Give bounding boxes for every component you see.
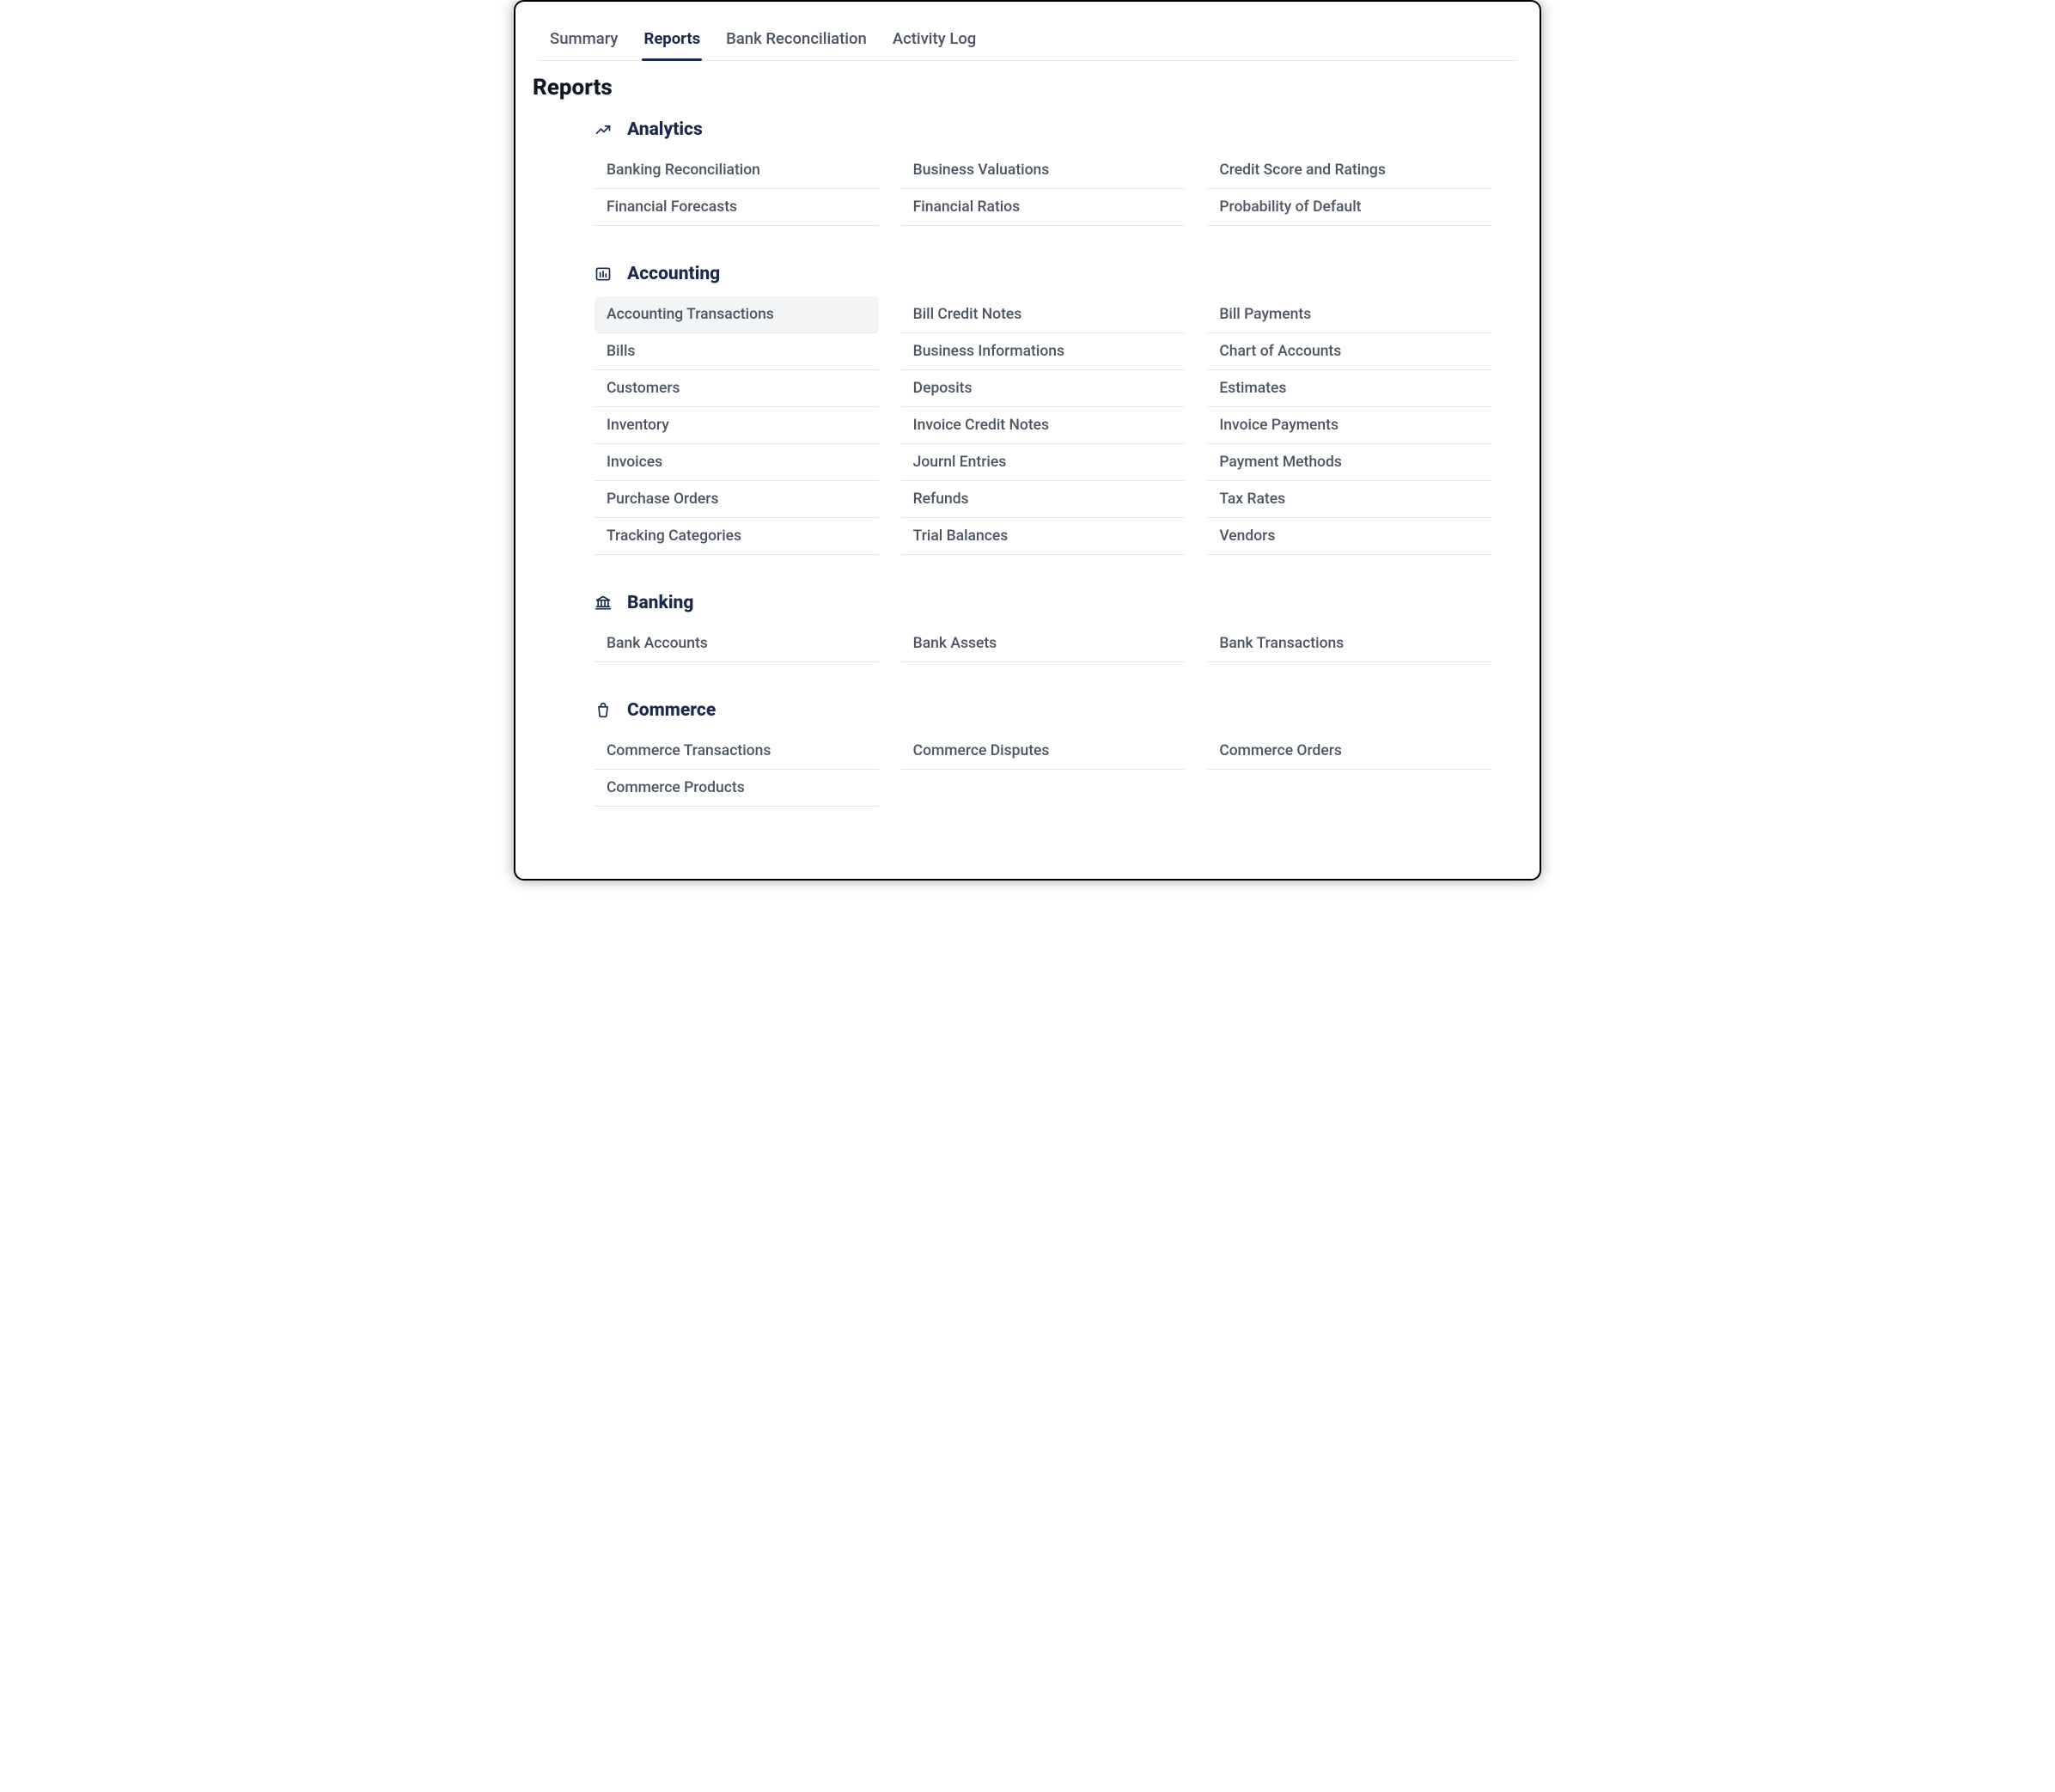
report-item-banking-reconciliation[interactable]: Banking Reconciliation [595, 152, 879, 189]
report-item-payment-methods[interactable]: Payment Methods [1207, 444, 1491, 481]
report-item-financial-forecasts[interactable]: Financial Forecasts [595, 189, 879, 226]
report-item-commerce-transactions[interactable]: Commerce Transactions [595, 733, 879, 770]
section-title-commerce: Commerce [627, 700, 716, 721]
report-item-commerce-orders[interactable]: Commerce Orders [1207, 733, 1491, 770]
sections: Analytics Banking Reconciliation Business… [540, 119, 1515, 807]
report-item-commerce-disputes[interactable]: Commerce Disputes [901, 733, 1186, 770]
report-grid-analytics: Banking Reconciliation Business Valuation… [595, 152, 1491, 226]
report-item-business-valuations[interactable]: Business Valuations [901, 152, 1186, 189]
report-item-trial-balances[interactable]: Trial Balances [901, 518, 1186, 555]
section-title-analytics: Analytics [627, 119, 703, 140]
section-title-accounting: Accounting [627, 264, 720, 284]
page-frame: Summary Reports Bank Reconciliation Acti… [514, 0, 1541, 881]
report-item-bill-credit-notes[interactable]: Bill Credit Notes [901, 296, 1186, 333]
report-item-financial-ratios[interactable]: Financial Ratios [901, 189, 1186, 226]
tab-bar: Summary Reports Bank Reconciliation Acti… [540, 17, 1515, 61]
section-banking: Banking Bank Accounts Bank Assets Bank Tra… [595, 593, 1491, 662]
tab-activity-log[interactable]: Activity Log [891, 24, 979, 60]
section-header-banking: Banking [595, 593, 1491, 613]
report-item-tracking-categories[interactable]: Tracking Categories [595, 518, 879, 555]
section-analytics: Analytics Banking Reconciliation Business… [595, 119, 1491, 226]
section-header-analytics: Analytics [595, 119, 1491, 140]
report-item-bank-transactions[interactable]: Bank Transactions [1207, 625, 1491, 662]
tab-summary[interactable]: Summary [548, 24, 619, 60]
analytics-icon [595, 121, 612, 138]
section-accounting: Accounting Accounting Transactions Bill C… [595, 264, 1491, 555]
banking-icon [595, 594, 612, 612]
report-item-commerce-products[interactable]: Commerce Products [595, 770, 879, 807]
report-item-vendors[interactable]: Vendors [1207, 518, 1491, 555]
section-header-accounting: Accounting [595, 264, 1491, 284]
report-item-business-informations[interactable]: Business Informations [901, 333, 1186, 370]
report-item-estimates[interactable]: Estimates [1207, 370, 1491, 407]
report-item-tax-rates[interactable]: Tax Rates [1207, 481, 1491, 518]
report-item-customers[interactable]: Customers [595, 370, 879, 407]
section-header-commerce: Commerce [595, 700, 1491, 721]
report-item-purchase-orders[interactable]: Purchase Orders [595, 481, 879, 518]
accounting-icon [595, 265, 612, 283]
tab-bank-reconciliation[interactable]: Bank Reconciliation [724, 24, 869, 60]
report-item-invoices[interactable]: Invoices [595, 444, 879, 481]
commerce-icon [595, 702, 612, 719]
report-item-deposits[interactable]: Deposits [901, 370, 1186, 407]
report-item-bank-accounts[interactable]: Bank Accounts [595, 625, 879, 662]
report-item-accounting-transactions[interactable]: Accounting Transactions [595, 296, 879, 333]
page-title: Reports [533, 75, 1515, 101]
report-item-bills[interactable]: Bills [595, 333, 879, 370]
report-item-journl-entries[interactable]: Journl Entries [901, 444, 1186, 481]
report-item-bill-payments[interactable]: Bill Payments [1207, 296, 1491, 333]
section-title-banking: Banking [627, 593, 693, 613]
report-item-chart-of-accounts[interactable]: Chart of Accounts [1207, 333, 1491, 370]
report-grid-banking: Bank Accounts Bank Assets Bank Transaction… [595, 625, 1491, 662]
report-item-credit-score-and-ratings[interactable]: Credit Score and Ratings [1207, 152, 1491, 189]
report-item-invoice-payments[interactable]: Invoice Payments [1207, 407, 1491, 444]
report-item-invoice-credit-notes[interactable]: Invoice Credit Notes [901, 407, 1186, 444]
tab-reports[interactable]: Reports [642, 24, 702, 60]
report-item-inventory[interactable]: Inventory [595, 407, 879, 444]
report-item-refunds[interactable]: Refunds [901, 481, 1186, 518]
report-grid-commerce: Commerce Transactions Commerce Disputes Co… [595, 733, 1491, 807]
section-commerce: Commerce Commerce Transactions Commerce D… [595, 700, 1491, 807]
report-grid-accounting: Accounting Transactions Bill Credit Notes… [595, 296, 1491, 555]
report-item-probability-of-default[interactable]: Probability of Default [1207, 189, 1491, 226]
report-item-bank-assets[interactable]: Bank Assets [901, 625, 1186, 662]
